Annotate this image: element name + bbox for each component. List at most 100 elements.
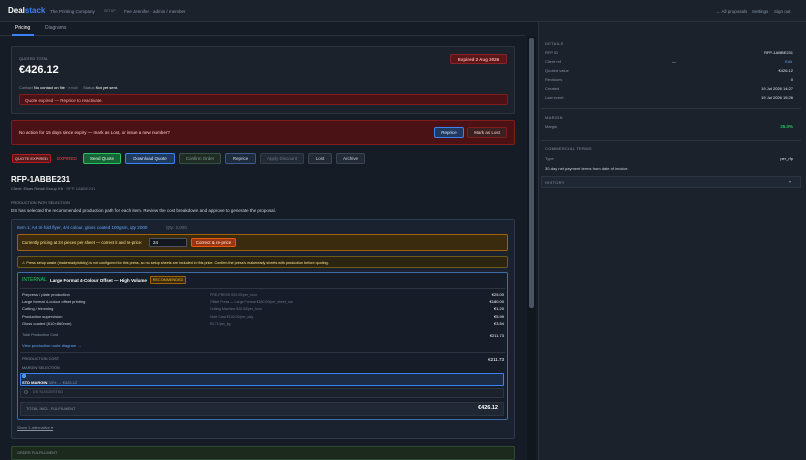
user-info: Fee Jennifer · admin / member (124, 9, 186, 14)
terms-type-label: Type (545, 156, 554, 161)
detail-value: 0 (790, 77, 793, 82)
production-diagram-link[interactable]: View production route diagram → (22, 343, 81, 348)
detail-label: Last event (545, 95, 564, 100)
detail-value: 19 Jul 2026 14:27 (761, 86, 793, 91)
cost-row-label: Cutting / trimming (22, 306, 54, 311)
production-cost-value: €211.73 (488, 357, 504, 362)
reprice-button[interactable]: Reprice (225, 153, 256, 164)
detail-label: Created (545, 86, 560, 91)
tab-bar (0, 22, 525, 36)
detail-label: Quoted value (545, 68, 569, 73)
recommended-badge: RECOMMENDED (150, 276, 186, 284)
production-path-desc: DS has selected the recommended producti… (11, 208, 276, 213)
apply-discount-button[interactable]: Apply Discount (260, 153, 304, 164)
pieces-per-sheet-text: Currently pricing at 24 pieces per sheet… (22, 240, 143, 245)
cost-row-value: €25.00 (491, 292, 504, 297)
active-tab-indicator (12, 34, 34, 36)
cost-row-value: €5.99 (493, 314, 504, 319)
expired-badge: Expired 2 Aug 2026 (450, 54, 507, 64)
margin-heading: MARGIN (545, 115, 563, 120)
scrollbar-thumb[interactable] (529, 38, 534, 308)
pieces-per-sheet-input[interactable] (149, 238, 187, 247)
detail-label: Client ref (545, 59, 562, 64)
cost-row-note: Note Card €100.00/per_day (210, 314, 254, 319)
send-quote-button[interactable]: Send Quote (83, 153, 121, 164)
company-name: The Printing Company (50, 9, 95, 14)
action-banner-text: No action for 15 days since expiry — mar… (19, 130, 170, 135)
cost-row-label: Prepress / plate production (22, 292, 70, 297)
tab-pricing[interactable]: Pricing (15, 25, 30, 31)
setup-warning: ⚠ Press setup waste (makeready/sticky) i… (17, 256, 508, 268)
cost-row-note: Offset Press — Large Format €180.00/per_… (210, 299, 293, 304)
history-heading: HISTORY (545, 180, 565, 185)
margin-std-line: STD MARGIN 35% → €426.12 (22, 380, 78, 385)
margin-label: Margin (545, 124, 558, 129)
total-incl-value: €426.12 (478, 405, 498, 411)
confirm-order-button[interactable]: Confirm Order (179, 153, 221, 164)
margin-option-suggested[interactable] (20, 388, 504, 398)
cost-row-value: €180.00 (489, 299, 504, 304)
sign-out-link[interactable]: Sign out (774, 9, 791, 14)
all-proposals-link[interactable]: ← All proposals (716, 9, 747, 14)
production-path-heading: PRODUCTION PATH SELECTION (11, 201, 70, 205)
expired-state-label: EXPIRED (57, 156, 77, 161)
order-fulfilment-panel[interactable] (11, 446, 515, 460)
client-ref-edit-link[interactable]: Edit (785, 59, 792, 64)
download-quote-button[interactable]: Download Quote (125, 153, 175, 164)
tab-diagrams[interactable]: Diagrams (45, 25, 66, 31)
total-incl-box (20, 402, 504, 416)
margin-suggested-label: DS SUGGESTED (33, 390, 64, 394)
cost-row-value: €1.20 (493, 306, 504, 311)
app-logo[interactable]: Dealstack (8, 6, 45, 15)
mark-lost-button[interactable]: Mark as Lost (467, 127, 507, 138)
internal-badge: INTERNAL (22, 277, 47, 283)
detail-value: €426.12 (778, 68, 793, 73)
margin-radio[interactable] (24, 390, 28, 394)
divider (20, 352, 505, 353)
production-cost-label: PRODUCTION COST (22, 357, 60, 361)
lost-button[interactable]: Lost (308, 153, 332, 164)
path-name: Large Format 4-Colour Offset — High Volu… (50, 278, 147, 283)
total-production-cost-value: €211.73 (489, 333, 504, 338)
margin-radio-selected[interactable] (22, 374, 26, 378)
settings-link[interactable]: Settings (752, 9, 768, 14)
terms-text: 30-day net payment terms from date of in… (545, 166, 629, 171)
divider (541, 140, 801, 141)
cost-row-note: PRE-PRESS €25.00/per_hour (210, 292, 257, 297)
margin-selection-label: MARGIN SELECTION (22, 366, 60, 370)
item-title[interactable]: Item 1: A4 tri-fold flyer, 4/4 colour, g… (17, 225, 147, 230)
banner-reprice-button[interactable]: Reprice (434, 127, 464, 138)
commercial-terms-heading: COMMERCIAL TERMS (545, 146, 592, 151)
detail-value: RFP-1ABBE231 (764, 50, 793, 55)
cost-row-label: Gloss coated (610×860mm) (22, 321, 72, 326)
archive-button[interactable]: Archive (336, 153, 365, 164)
terms-type-value: per_rfp (780, 156, 793, 161)
detail-label: Revisions (545, 77, 563, 82)
setup-tag: SETUP (104, 9, 116, 13)
quote-status-badge: QUOTE EXPIRED (12, 154, 51, 163)
margin-value: 35.0% (780, 124, 793, 129)
detail-value: 19 Jul 2026 15:26 (761, 95, 793, 100)
show-alternative-link[interactable]: Show 1 alternative ▾ (17, 425, 53, 430)
cost-row-note: €0.71/per_kg (210, 321, 231, 326)
cost-row-label: Large format 4-colour offset printing (22, 299, 86, 304)
history-accordion[interactable] (541, 176, 801, 188)
contact-line: Contact No contact on file · email Statu… (19, 85, 119, 90)
quoted-total-label: QUOTED TOTAL (19, 57, 49, 61)
order-fulfilment-heading: ORDER FULFILLMENT (17, 451, 58, 455)
cost-row-label: Production supervision (22, 314, 63, 319)
cost-row-value: €3.54 (493, 321, 504, 326)
details-heading: DETAILS (545, 41, 564, 46)
chevron-down-icon[interactable]: ▾ (789, 179, 791, 184)
rfp-title: RFP-1ABBE231 (11, 175, 71, 184)
total-incl-label: TOTAL INCL. FULFILMENT (26, 406, 76, 411)
detail-value: — (672, 59, 676, 64)
total-production-cost-label: Total Production Cost (22, 333, 59, 337)
quoted-total-value: €426.12 (19, 64, 59, 76)
divider (20, 288, 505, 289)
margin-option-std[interactable] (20, 373, 504, 386)
divider (541, 108, 801, 109)
correct-reprice-button[interactable]: Correct & re-price (191, 238, 236, 247)
cost-row-note: Cutting Machine €20.00/per_hour (210, 306, 262, 311)
top-bar (0, 0, 806, 22)
